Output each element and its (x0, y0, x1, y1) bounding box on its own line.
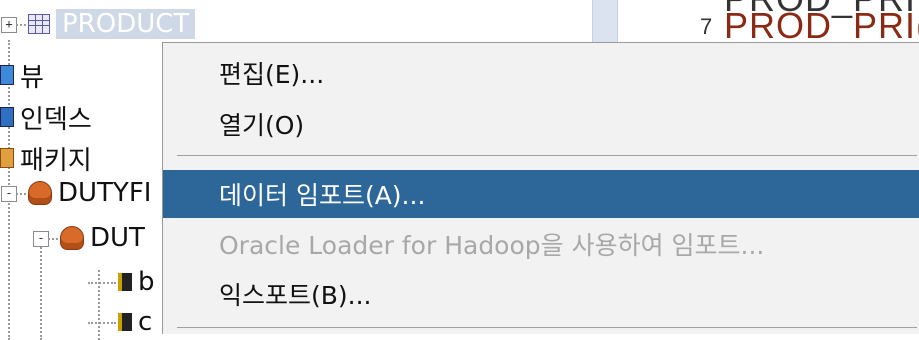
tree-connector (16, 193, 26, 195)
tree-connector (48, 238, 58, 240)
tree-item-label: PRODUCT (56, 9, 196, 39)
menu-item-edit[interactable]: 편집(E)... (163, 49, 919, 97)
tree-item-label: DUT (90, 223, 145, 253)
menu-item-label: 편집(E)... (219, 60, 325, 89)
table-icon (28, 14, 50, 34)
tree-item-label: b (138, 267, 155, 297)
tree-item-c[interactable]: c (118, 305, 152, 339)
menu-item-label: 데이터 임포트(A)... (219, 181, 426, 210)
menu-item-open[interactable]: 열기(O) (163, 100, 919, 148)
tree-item-label: 뷰 (20, 62, 44, 93)
tree-item-product[interactable]: PRODUCT (28, 7, 196, 41)
tree-connector (88, 322, 116, 324)
tree-item-index[interactable]: 인덱스 (0, 100, 92, 135)
context-menu: 편집(E)... 열기(O) 데이터 임포트(A)... Oracle Load… (162, 42, 919, 334)
tree-guide-line (98, 270, 100, 340)
tree-connector (88, 282, 116, 284)
tree-expander[interactable]: + (1, 17, 17, 33)
code-line: PROD_PRI( (724, 5, 919, 46)
tree-guide-line (40, 240, 42, 340)
tree-expander[interactable]: - (1, 186, 17, 202)
menu-separator (177, 155, 917, 156)
menu-item-import-data[interactable]: 데이터 임포트(A)... (163, 170, 919, 218)
view-icon (0, 65, 14, 85)
tree-item-view[interactable]: 뷰 (0, 58, 44, 93)
tree-item-dutyfi[interactable]: DUTYFI (28, 176, 151, 210)
tree-item-label: 인덱스 (20, 104, 92, 135)
tree-item-package[interactable]: 패키지 (0, 141, 92, 176)
menu-item-label: Oracle Loader for Hadoop을 사용하여 임포트... (219, 231, 765, 260)
procedure-icon (118, 273, 132, 291)
index-icon (0, 107, 14, 127)
package-icon (0, 148, 14, 168)
package-body-icon (28, 181, 52, 205)
tree-item-dut[interactable]: DUT (60, 221, 145, 255)
line-number: 7 (700, 14, 713, 39)
menu-item-label: 열기(O) (219, 111, 305, 140)
menu-item-export[interactable]: 익스포트(B)... (163, 270, 919, 318)
menu-item-import-hadoop: Oracle Loader for Hadoop을 사용하여 임포트... (163, 220, 919, 268)
tree-item-b[interactable]: b (118, 265, 155, 299)
tree-item-label: 패키지 (20, 145, 92, 176)
procedure-icon (118, 313, 132, 331)
menu-item-label: 익스포트(B)... (219, 281, 372, 310)
tree-connector (16, 24, 26, 26)
menu-separator (177, 327, 917, 328)
tree-expander[interactable]: - (33, 231, 49, 247)
package-body-icon (60, 226, 84, 250)
tree-item-label: DUTYFI (58, 178, 152, 208)
